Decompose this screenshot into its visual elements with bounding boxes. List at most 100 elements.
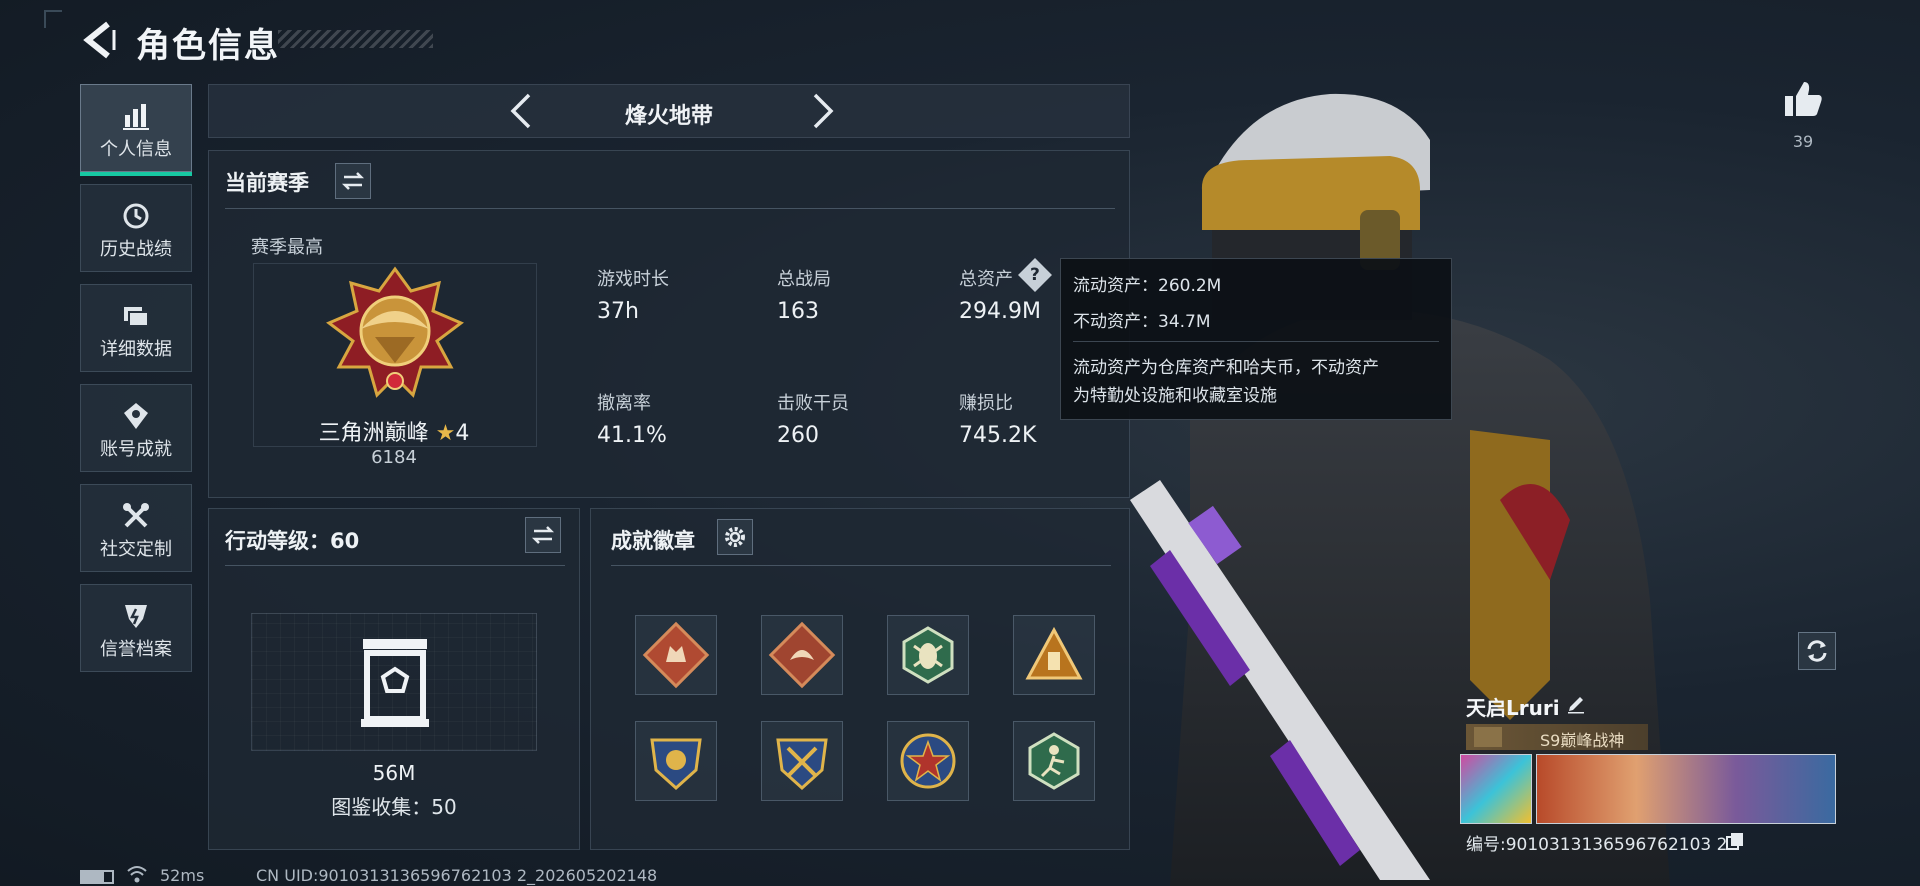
page-title: 角色信息 (136, 26, 280, 66)
level-panel: 行动等级：60 56M 图鉴收集：50 (208, 508, 580, 850)
refresh-icon (1807, 640, 1827, 662)
sidebar-item-label: 详细数据 (100, 339, 172, 360)
badge-slot[interactable] (635, 721, 717, 801)
rank-score: 6184 (371, 447, 417, 468)
swap-icon (341, 172, 365, 190)
edit-name-button[interactable] (1566, 694, 1586, 714)
stat-label: 总战局 (777, 269, 831, 290)
pencil-icon (1568, 697, 1584, 714)
badge-settings-button[interactable] (717, 519, 753, 555)
sidebar-item-credit[interactable]: 信誉档案 (80, 584, 192, 672)
stat-value: 41.1% (597, 423, 667, 448)
corner-decoration (44, 10, 62, 28)
sidebar-item-label: 个人信息 (100, 139, 172, 160)
badge-slot[interactable] (761, 721, 843, 801)
mode-title: 烽火地带 (624, 104, 713, 129)
player-title: S9巅峰战神 (1540, 731, 1625, 750)
triangle-badge-icon (1025, 626, 1083, 680)
badge-slot[interactable] (761, 615, 843, 695)
divider (225, 208, 1115, 209)
collection-count: 图鉴收集：50 (331, 795, 457, 819)
sidebar-item-detail-data[interactable]: 详细数据 (80, 284, 192, 372)
badge-slot[interactable] (887, 615, 969, 695)
tooltip-fixed: 不动资产：34.7M (1073, 312, 1211, 332)
stat-value: 37h (597, 299, 639, 324)
title-emblem-icon (1474, 727, 1502, 747)
crossed-weapons-badge-icon (776, 738, 828, 791)
sidebar-item-label: 信誉档案 (100, 639, 172, 660)
player-name: 天启Lruri (1466, 696, 1560, 720)
season-panel-title: 当前赛季 (225, 171, 309, 195)
next-mode-button[interactable] (803, 91, 841, 131)
stat-label: 击败干员 (777, 393, 849, 414)
stat-label: 游戏时长 (597, 269, 669, 290)
back-arrow-icon (83, 21, 116, 59)
wolf-badge-icon (642, 621, 710, 689)
copy-uid-button[interactable] (1726, 832, 1744, 850)
season-switch-button[interactable] (335, 163, 371, 199)
sidebar-item-social[interactable]: 社交定制 (80, 484, 192, 572)
divider (1073, 341, 1439, 342)
bug-badge-icon (902, 626, 954, 684)
wifi-icon (127, 866, 147, 883)
badge-slot[interactable] (635, 615, 717, 695)
tools-icon (123, 503, 149, 528)
back-button[interactable] (78, 18, 118, 62)
collection-box-icon (361, 639, 429, 727)
stat-label: 撤离率 (597, 393, 651, 414)
stat-value: 745.2K (959, 423, 1037, 448)
chevron-right-icon (813, 93, 834, 129)
achievement-icon (124, 403, 148, 429)
dragon-badge-icon (768, 621, 836, 689)
like-button[interactable] (1782, 78, 1824, 120)
like-count: 39 (1792, 132, 1814, 151)
bar-chart-icon (123, 104, 149, 130)
season-panel: 当前赛季 赛季最高 三角洲巅峰 ★4 6184 游戏时长 37h 总战局 163… (208, 150, 1130, 498)
thumbs-up-icon (1785, 82, 1822, 116)
rank-emblem-icon (326, 266, 464, 398)
star-icon: ★ (435, 421, 456, 446)
tooltip-desc-line-1: 流动资产为仓库资产和哈夫币，不动资产 (1073, 358, 1379, 378)
stat-value: 294.9M (959, 299, 1041, 324)
title-stripes-decoration (278, 30, 433, 48)
gear-icon (725, 527, 745, 547)
sidebar-item-label: 账号成就 (100, 439, 172, 460)
divider (225, 565, 565, 566)
stat-label: 赚损比 (959, 393, 1013, 414)
star-badge-icon (900, 733, 956, 789)
folder-icon (124, 307, 149, 327)
rank-stars: 4 (455, 421, 470, 446)
stat-value: 260 (777, 423, 819, 448)
badges-panel: 成就徽章 (590, 508, 1130, 850)
stat-label: 总资产 (959, 269, 1013, 290)
refresh-button[interactable] (1798, 632, 1836, 670)
history-icon (123, 203, 149, 229)
badges-title: 成就徽章 (611, 529, 695, 553)
badge-slot[interactable] (1013, 721, 1095, 801)
ping-text: 52ms (160, 866, 205, 885)
player-avatar[interactable] (1460, 754, 1532, 824)
sidebar-item-label: 社交定制 (100, 539, 172, 560)
level-title: 行动等级：60 (225, 529, 360, 553)
sidebar-item-history[interactable]: 历史战绩 (80, 184, 192, 272)
copy-icon (1726, 833, 1743, 850)
sidebar-item-label: 历史战绩 (100, 239, 172, 260)
runner-badge-icon (1028, 732, 1080, 790)
badge-slot[interactable] (1013, 615, 1095, 695)
season-best-label: 赛季最高 (251, 237, 323, 258)
swap-icon (531, 526, 555, 544)
player-uid: 编号:9010313136596762103 2 (1466, 835, 1728, 855)
divider (611, 565, 1111, 566)
help-icon[interactable]: ? (1018, 258, 1052, 292)
shield-badge-icon (650, 738, 702, 791)
mode-selector-bar: 烽火地带 (208, 84, 1130, 138)
level-switch-button[interactable] (525, 517, 561, 553)
player-banner[interactable] (1536, 754, 1836, 824)
tooltip-desc-line-2: 为特勤处设施和收藏室设施 (1073, 386, 1277, 406)
credit-icon (125, 605, 147, 628)
sidebar-item-achievements[interactable]: 账号成就 (80, 384, 192, 472)
badge-slot[interactable] (887, 721, 969, 801)
rank-name-row: 三角洲巅峰 ★4 (309, 415, 479, 447)
asset-tooltip: 流动资产：260.2M 不动资产：34.7M 流动资产为仓库资产和哈夫币，不动资… (1060, 258, 1452, 420)
sidebar-item-personal-info[interactable]: 个人信息 (80, 84, 192, 176)
